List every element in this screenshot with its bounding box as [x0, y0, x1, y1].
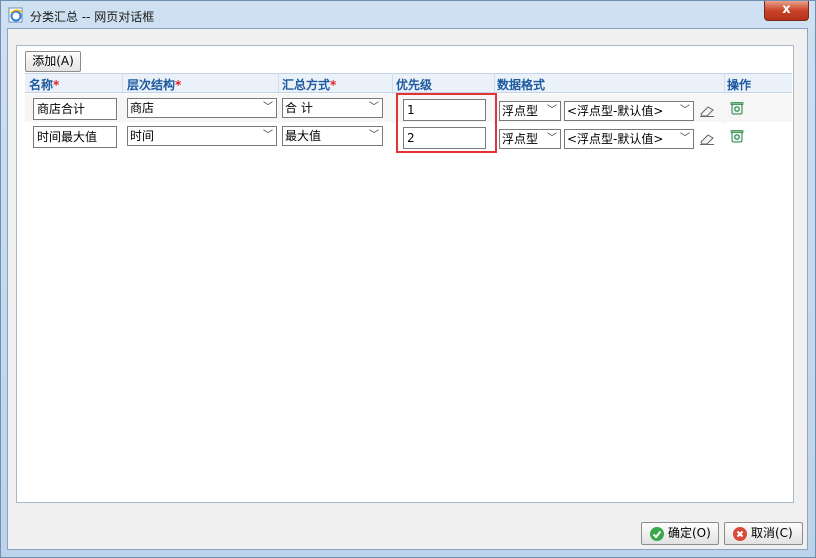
- header-summary-method: 汇总方式*: [282, 78, 337, 92]
- check-circle-icon: [650, 527, 664, 541]
- chevron-down-icon: ﹀: [263, 102, 273, 113]
- window-title: 分类汇总 -- 网页对话框: [30, 10, 155, 24]
- format-detail-select[interactable]: <浮点型-默认值> ﹀: [564, 101, 694, 121]
- format-type-select[interactable]: 浮点型 ﹀: [499, 101, 561, 121]
- trash-icon[interactable]: [730, 129, 744, 143]
- close-button[interactable]: x: [764, 1, 809, 21]
- ie-page-icon: [8, 7, 23, 23]
- required-mark: *: [53, 78, 60, 92]
- x-circle-icon: [733, 527, 747, 541]
- required-mark: *: [330, 78, 337, 92]
- eraser-icon[interactable]: [699, 105, 715, 117]
- chevron-down-icon: ﹀: [547, 133, 557, 144]
- chevron-down-icon: ﹀: [263, 130, 273, 141]
- required-mark: *: [175, 78, 182, 92]
- header-action: 操作: [727, 78, 752, 92]
- chevron-down-icon: ﹀: [680, 105, 690, 116]
- priority-highlight-box: [396, 93, 497, 153]
- ok-button[interactable]: 确定(O): [641, 522, 719, 545]
- chevron-down-icon: ﹀: [369, 130, 379, 141]
- format-detail-select[interactable]: <浮点型-默认值> ﹀: [564, 129, 694, 149]
- header-name: 名称*: [29, 78, 60, 92]
- add-button[interactable]: 添加(A): [25, 51, 81, 72]
- ok-label: 确定(O): [668, 526, 711, 540]
- header-data-format: 数据格式: [497, 78, 546, 92]
- chevron-down-icon: ﹀: [369, 102, 379, 113]
- hierarchy-select[interactable]: 时间 ﹀: [127, 126, 277, 146]
- cancel-label: 取消(C): [751, 526, 793, 540]
- title-bar[interactable]: 分类汇总 -- 网页对话框: [1, 1, 815, 29]
- summary-method-select[interactable]: 最大值 ﹀: [282, 126, 383, 146]
- format-type-select[interactable]: 浮点型 ﹀: [499, 129, 561, 149]
- name-input[interactable]: 商店合计: [33, 98, 117, 120]
- trash-icon[interactable]: [730, 101, 744, 115]
- header-priority: 优先级: [396, 78, 433, 92]
- chevron-down-icon: ﹀: [547, 105, 557, 116]
- chevron-down-icon: ﹀: [680, 133, 690, 144]
- name-input[interactable]: 时间最大值: [33, 126, 117, 148]
- cancel-button[interactable]: 取消(C): [724, 522, 803, 545]
- table-header: 名称* 层次结构* 汇总方式* 优先级 数据格式 操作: [25, 73, 792, 93]
- hierarchy-select[interactable]: 商店 ﹀: [127, 98, 277, 118]
- eraser-icon[interactable]: [699, 133, 715, 145]
- header-hierarchy: 层次结构*: [127, 78, 182, 92]
- summary-method-select[interactable]: 合 计 ﹀: [282, 98, 383, 118]
